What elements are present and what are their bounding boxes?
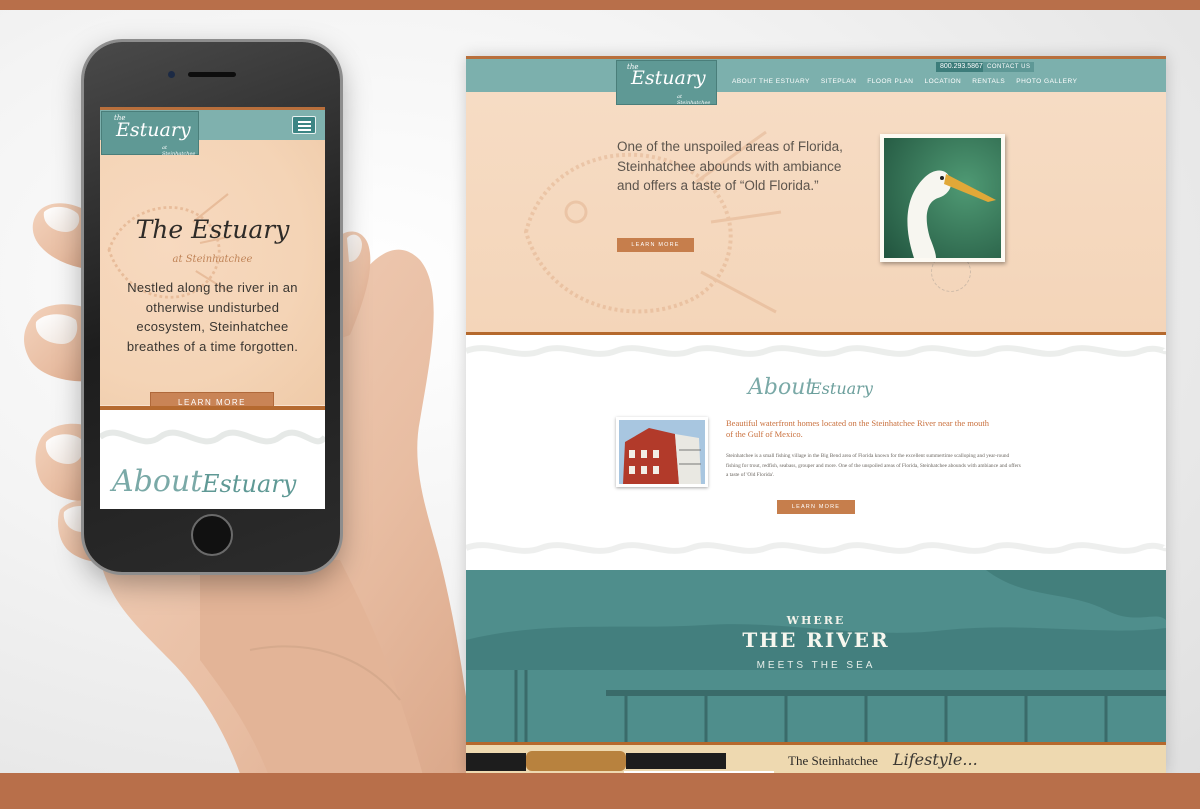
mobile-hero-body: Nestled along the river in an otherwise … [126, 280, 299, 354]
mobile-hero-subtitle: at Steinhatchee [172, 254, 253, 265]
about-section: About Estuary Beautiful waterfront homes… [466, 335, 1166, 570]
lifestyle-title: The Steinhatchee [788, 753, 878, 768]
mobile-logo-name: Estuary [116, 119, 191, 141]
egret-image [884, 138, 1001, 258]
hero-text: One of the unspoiled areas of Florida, S… [617, 139, 843, 193]
nav-floor-plan[interactable]: FLOOR PLAN [867, 78, 913, 85]
mobile-about-title: About [112, 464, 203, 499]
camera-icon [168, 71, 175, 78]
desktop-logo-name: Estuary [631, 67, 706, 89]
mobile-about-section: About Estuary [100, 410, 325, 509]
desktop-website: 800.293.5867 CONTACT US ABOUT THE ESTUAR… [466, 56, 1166, 773]
about-body: Steinhatchee is a small fishing village … [726, 453, 1021, 479]
speaker-grille [188, 72, 236, 77]
fishing-rod-image [466, 751, 726, 771]
river-meets-text: MEETS THE SEA [756, 660, 876, 671]
leaf-pattern-bottom [466, 542, 1166, 554]
desktop-header: 800.293.5867 CONTACT US ABOUT THE ESTUAR… [466, 59, 1166, 92]
menu-bar [298, 125, 311, 127]
lifestyle-italic: Lifestyle... [893, 750, 978, 769]
main-nav: ABOUT THE ESTUARY SITEPLAN FLOOR PLAN LO… [732, 78, 1077, 85]
lifestyle-section: The Steinhatchee Lifestyle... [466, 745, 1166, 773]
about-title: About [748, 375, 815, 400]
mobile-logo[interactable]: the Estuary at Steinhatchee [101, 111, 199, 157]
river-banner: WHERE THE RIVER MEETS THE SEA [466, 570, 1166, 742]
nav-photo-gallery[interactable]: PHOTO GALLERY [1016, 78, 1077, 85]
hamburger-icon[interactable] [292, 116, 316, 134]
mobile-about-estuary: Estuary [202, 470, 297, 498]
house-image [619, 420, 705, 484]
contact-us-link[interactable]: CONTACT US [983, 62, 1035, 72]
hero-learn-more-button[interactable]: LEARN MORE [617, 238, 694, 252]
about-estuary: Estuary [810, 379, 873, 398]
home-button[interactable] [191, 514, 233, 556]
river-where-text: WHERE [786, 614, 846, 627]
nav-location[interactable]: LOCATION [924, 78, 961, 85]
menu-bar [298, 129, 311, 131]
about-learn-more-button[interactable]: LEARN MORE [777, 500, 855, 514]
mobile-logo-sub: at Steinhatchee [162, 145, 196, 157]
house-photo [616, 417, 708, 487]
mobile-screen: The Estuary at Steinhatchee Nestled alon… [100, 107, 325, 509]
nav-rentals[interactable]: RENTALS [972, 78, 1005, 85]
desktop-logo-sub: at Steinhatchee [677, 94, 711, 106]
bottom-accent-bar [0, 773, 1200, 809]
about-heading: Beautiful waterfront homes located on th… [726, 418, 989, 439]
phone-number[interactable]: 800.293.5867 [936, 62, 987, 72]
egret-photo [880, 134, 1005, 262]
river-main-text: THE RIVER [742, 628, 890, 652]
nav-siteplan[interactable]: SITEPLAN [821, 78, 856, 85]
leaf-pattern [100, 429, 325, 445]
mobile-hero-title: The Estuary [135, 215, 290, 244]
mobile-hero: The Estuary at Steinhatchee Nestled alon… [100, 140, 325, 411]
leaf-pattern-top [466, 345, 1166, 357]
desktop-logo[interactable]: the Estuary at Steinhatchee [616, 60, 717, 106]
menu-bar [298, 121, 311, 123]
river-photo [466, 570, 1166, 742]
nav-about[interactable]: ABOUT THE ESTUARY [732, 78, 810, 85]
desktop-hero: One of the unspoiled areas of Florida, S… [466, 92, 1166, 332]
